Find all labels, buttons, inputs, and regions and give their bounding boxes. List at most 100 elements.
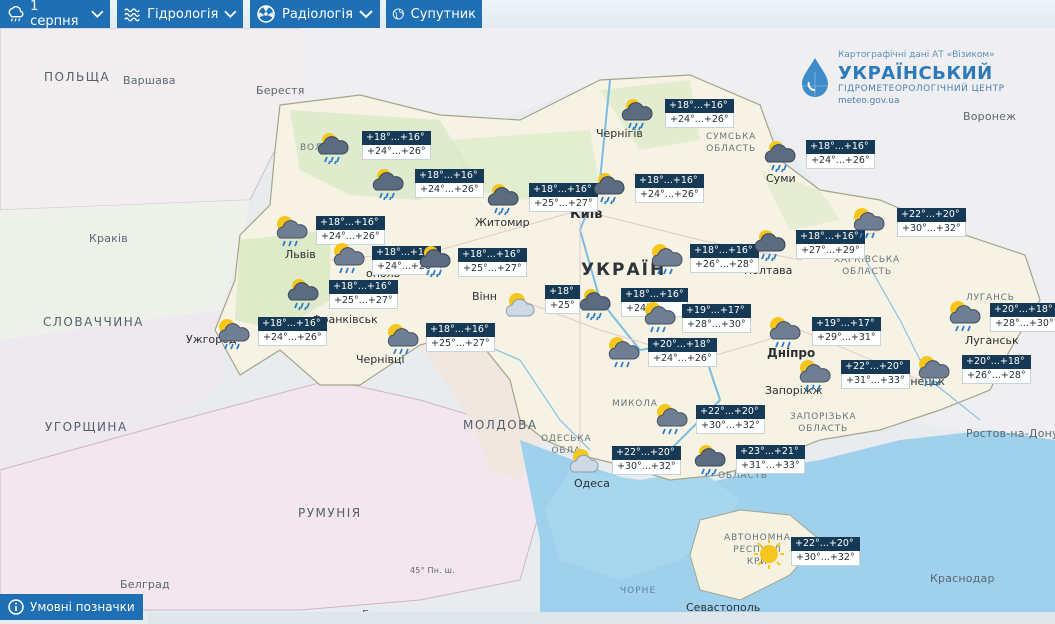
ukrhydromet-logo[interactable]: Картографічні дані АТ «Візиком» УКРАЇНСЬ… [798, 50, 1004, 110]
cloud-rain-icon[interactable] [415, 240, 459, 280]
sun-cloud-rain-icon[interactable] [847, 202, 891, 242]
radiology-menu[interactable]: Радіологія [250, 0, 380, 28]
hydrology-label: Гідрологія [147, 6, 219, 22]
cloud-rain-icon[interactable] [617, 93, 661, 133]
night-temperature: +22°...+20° [897, 208, 966, 222]
night-temperature: +18°...+16° [258, 317, 327, 331]
sun-cloud-rain-icon[interactable] [381, 318, 425, 358]
sun-cloud-rain-icon[interactable] [212, 313, 256, 353]
sun-cloud-rain-icon[interactable] [793, 354, 837, 394]
cloud-rain-icon[interactable] [589, 167, 633, 207]
date-selector[interactable]: 1 серпня [0, 0, 110, 29]
night-temperature: +18°...+16° [426, 323, 495, 337]
night-temperature: +19°...+17° [682, 304, 751, 318]
temperature-box[interactable]: +19°...+17° +29°...+31° [812, 317, 881, 346]
night-temperature: +23°...+21° [736, 445, 805, 459]
sun-cloud-rain-icon[interactable] [270, 210, 314, 250]
night-temperature: +18°...+16° [806, 140, 875, 154]
cloud-rain-icon[interactable] [760, 135, 804, 175]
chevron-down-icon [224, 10, 237, 18]
sun-cloud-rain-icon[interactable] [638, 296, 682, 336]
hydrology-menu[interactable]: Гідрологія [117, 0, 243, 28]
temperature-box[interactable]: +18°...+16° +25°...+27° [458, 248, 527, 277]
temperature-box[interactable]: +18°...+16° +24°...+26° [362, 131, 431, 160]
cloud-rain-icon[interactable] [368, 163, 412, 203]
temperature-box[interactable]: +18°...+16° +24°...+26° [806, 140, 875, 169]
info-icon [8, 599, 24, 615]
sun-icon[interactable] [747, 534, 791, 574]
place-label-voronezh: Воронеж [963, 110, 1017, 123]
sun-cloud-rain-icon[interactable] [763, 311, 807, 351]
night-temperature: +20°...+18° [990, 303, 1055, 317]
temperature-box[interactable]: +18°...+16° +25°...+27° [426, 323, 495, 352]
forecast-map-app: { "toolbar": { "date_label": "1 серпня",… [0, 0, 1055, 624]
place-label-brest: Берестя [256, 84, 305, 97]
cloud-rain-icon[interactable] [690, 439, 734, 479]
sun-cloud-rain-icon[interactable] [650, 398, 694, 438]
temperature-box[interactable]: +20°...+18° +24°...+26° [648, 338, 717, 367]
night-temperature: +18°...+16° [316, 216, 385, 230]
day-temperature: +26°...+28° [690, 258, 759, 273]
sun-cloud-rain-icon[interactable] [645, 238, 689, 278]
day-temperature: +25°...+27° [529, 197, 598, 212]
sun-cloud-rain-icon[interactable] [602, 331, 646, 371]
temperature-box[interactable]: +22°...+20° +30°...+32° [791, 537, 860, 566]
night-temperature: +19°...+17° [812, 317, 881, 331]
cloud-rain-icon[interactable] [750, 224, 794, 264]
satellite-button[interactable]: Супутник [386, 0, 482, 28]
sun-cloud-rain-icon[interactable] [912, 350, 956, 390]
temperature-box[interactable]: +18°...+16° +24°...+26° [415, 169, 484, 198]
day-temperature: +30°...+32° [612, 460, 681, 475]
temperature-box[interactable]: +20°...+18° +28°...+30° [990, 303, 1055, 332]
day-temperature: +25°...+27° [329, 294, 398, 309]
sun-cloud-icon[interactable] [563, 440, 607, 480]
radiation-icon [257, 5, 275, 23]
oblast-label-sumy: СУМСЬКА ОБЛАСТЬ [706, 132, 757, 154]
globe-icon [392, 8, 404, 20]
night-temperature: +18°...+16° [690, 244, 759, 258]
temperature-box[interactable]: +22°...+20° +31°...+33° [841, 360, 910, 389]
temperature-box[interactable]: +19°...+17° +28°...+30° [682, 304, 751, 333]
country-label-hungary: УГОРЩИНА [45, 420, 128, 434]
night-temperature: +22°...+20° [696, 405, 765, 419]
night-temperature: +20°...+18° [648, 338, 717, 352]
country-label-slovakia: СЛОВАЧЧИНА [43, 315, 144, 329]
temperature-box[interactable]: +22°...+20° +30°...+32° [897, 208, 966, 237]
day-temperature: +30°...+32° [897, 222, 966, 237]
temperature-box[interactable]: +18°...+16° +26°...+28° [690, 244, 759, 273]
day-temperature: +24°...+26° [362, 145, 431, 160]
temperature-box[interactable]: +22°...+20° +30°...+32° [696, 405, 765, 434]
day-temperature: +24°...+26° [806, 154, 875, 169]
brand-title: УКРАЇНСЬКИЙ [838, 63, 993, 84]
cloud-rain-icon[interactable] [575, 283, 619, 323]
country-label-romania: РУМУНІЯ [298, 506, 362, 520]
night-temperature: +18°...+16° [529, 183, 598, 197]
temperature-box[interactable]: +18°...+16° +24°...+26° [665, 99, 734, 128]
city-label-vinnytsia: Вінн [472, 290, 497, 303]
temperature-box[interactable]: +18°...+16° +25°...+27° [329, 280, 398, 309]
country-label-moldova: МОЛДОВА [463, 418, 538, 432]
night-temperature: +18°...+16° [458, 248, 527, 262]
day-temperature: +31°...+33° [841, 374, 910, 389]
sun-cloud-rain-icon[interactable] [327, 237, 371, 277]
temperature-box[interactable]: +18°...+16° +25°...+27° [529, 183, 598, 212]
cloud-rain-icon[interactable] [283, 273, 327, 313]
country-label-poland: ПОЛЬЩА [44, 70, 111, 84]
cloud-rain-icon [8, 6, 24, 22]
temperature-box[interactable]: +20°...+18° +26°...+28° [962, 355, 1031, 384]
sun-cloud-rain-icon[interactable] [943, 295, 987, 335]
sun-cloud-icon[interactable] [499, 284, 543, 324]
night-temperature: +18°...+16° [635, 174, 704, 188]
temperature-box[interactable]: +22°...+20° +30°...+32° [612, 446, 681, 475]
legend-button[interactable]: Умовні позначки [0, 594, 143, 620]
cloud-rain-icon[interactable] [313, 127, 357, 167]
water-drop-logo-icon [800, 58, 830, 97]
temperature-box[interactable]: +18°...+16° +24°...+26° [258, 317, 327, 346]
temperature-box[interactable]: +23°...+21° +31°...+33° [736, 445, 805, 474]
cloud-rain-icon[interactable] [483, 178, 527, 218]
map-attribution-bar [148, 612, 1055, 624]
temperature-box[interactable]: +18°...+16° +24°...+26° [635, 174, 704, 203]
night-temperature: +18°...+16° [665, 99, 734, 113]
place-label-belgrade: Белград [120, 578, 170, 591]
waves-icon [124, 8, 140, 22]
